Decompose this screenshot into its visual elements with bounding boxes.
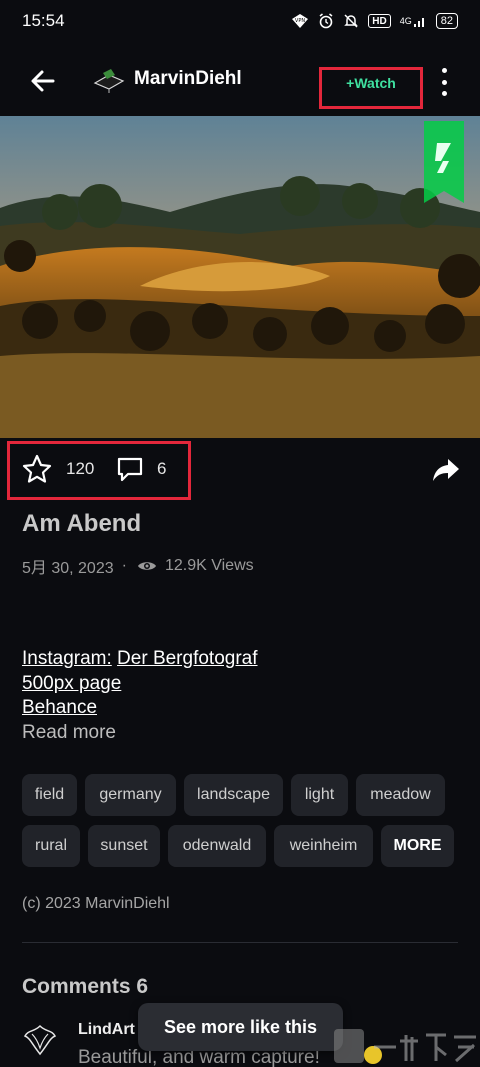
tag-chip[interactable]: landscape <box>184 774 283 816</box>
username[interactable]: MarvinDiehl <box>134 68 242 90</box>
action-row: 120 6 <box>0 438 480 502</box>
view-count: 12.9K Views <box>164 557 254 574</box>
tag-chip[interactable]: light <box>291 774 348 816</box>
tag-chip[interactable]: weinheim <box>274 825 373 867</box>
battery-icon: 82 <box>435 13 458 29</box>
deviation-title: Am Abend <box>22 510 142 537</box>
favorite-count: 120 <box>66 459 95 478</box>
comment-count: 6 <box>157 459 167 478</box>
tag-chip[interactable]: odenwald <box>168 825 266 867</box>
more-options-icon[interactable] <box>436 68 452 96</box>
tag-chip[interactable]: rural <box>22 825 80 867</box>
behance-link[interactable]: Behance <box>22 697 97 718</box>
copyright: (c) 2023 MarvinDiehl <box>22 895 170 912</box>
hd-icon: HD <box>368 14 391 28</box>
status-bar: 15:54 VPN HD 4G 82 <box>0 0 480 42</box>
mute-icon <box>343 13 359 29</box>
star-icon[interactable] <box>22 454 52 484</box>
commenter-avatar[interactable] <box>22 1022 58 1058</box>
watch-button[interactable]: +Watch <box>319 67 423 109</box>
back-arrow-icon[interactable] <box>28 66 58 96</box>
500px-link[interactable]: 500px page <box>22 673 121 694</box>
share-icon[interactable] <box>432 457 460 483</box>
meta-separator: · <box>121 557 127 574</box>
see-more-like-this-button[interactable]: See more like this <box>138 1003 343 1051</box>
signal-icon: 4G <box>400 14 427 28</box>
signal-label: 4G <box>399 16 412 26</box>
comments-header: Comments 6 <box>22 975 149 998</box>
comment-icon[interactable] <box>116 455 144 483</box>
watermark <box>334 1029 476 1063</box>
instagram-link[interactable]: Der Bergfotograf <box>117 648 257 669</box>
tag-chip[interactable]: meadow <box>356 774 445 816</box>
commenter-name[interactable]: LindArt <box>78 1021 135 1039</box>
vpn-icon: VPN <box>291 13 309 29</box>
read-more-link[interactable]: Read more <box>22 722 116 744</box>
divider <box>22 942 458 943</box>
avatar[interactable] <box>93 67 125 95</box>
tag-chip[interactable]: germany <box>85 774 176 816</box>
alarm-icon <box>318 13 334 29</box>
deviantart-logo-icon <box>424 121 464 203</box>
eye-icon <box>137 562 156 570</box>
tag-chip[interactable]: sunset <box>88 825 160 867</box>
tag-chip[interactable]: field <box>22 774 77 816</box>
deviation-meta: 5月 30, 2023 · 12.9K Views <box>22 554 254 578</box>
status-icons: VPN HD 4G 82 <box>291 13 458 29</box>
svg-text:VPN: VPN <box>295 18 305 24</box>
publish-date: 5月 30, 2023 <box>22 560 114 577</box>
artwork-image[interactable] <box>0 116 480 438</box>
status-time: 15:54 <box>22 11 65 30</box>
top-bar: MarvinDiehl +Watch <box>0 44 480 116</box>
more-tags-button[interactable]: MORE <box>381 825 454 867</box>
description: Instagram: Der Bergfotograf 500px page B… <box>22 647 258 721</box>
instagram-label-link[interactable]: Instagram: <box>22 648 112 669</box>
